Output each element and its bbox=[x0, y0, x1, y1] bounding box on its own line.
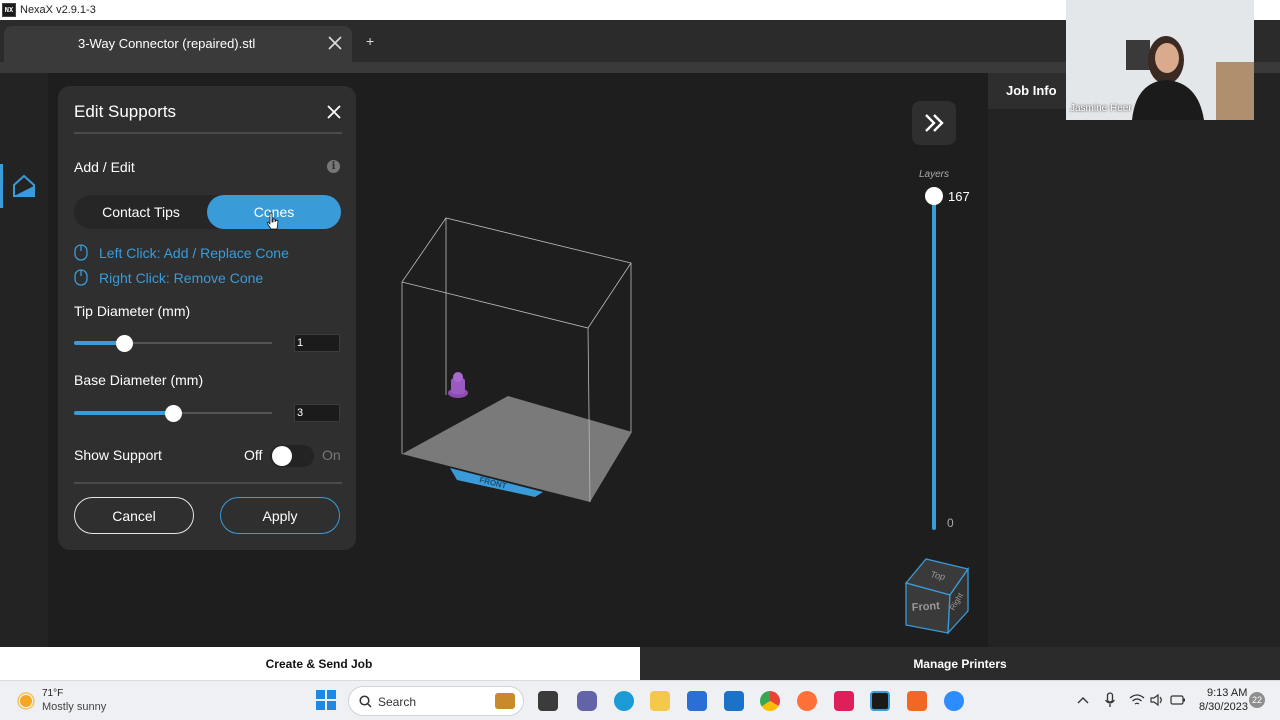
chevron-up-icon[interactable] bbox=[1077, 695, 1089, 705]
view-cube[interactable]: Top Front Right bbox=[900, 555, 974, 635]
mouse-right-icon bbox=[74, 269, 88, 286]
slider-fill bbox=[74, 411, 173, 415]
left-toolbar bbox=[0, 73, 48, 647]
notification-badge[interactable]: 22 bbox=[1249, 692, 1265, 708]
mouse-left-icon bbox=[74, 244, 88, 261]
build-volume[interactable]: FRONT bbox=[395, 210, 640, 510]
mail-icon[interactable] bbox=[724, 691, 744, 711]
model-part bbox=[448, 372, 468, 398]
webcam-person-image bbox=[1066, 0, 1254, 120]
left-click-hint: Left Click: Add / Replace Cone bbox=[74, 244, 289, 261]
double-chevron-right-icon bbox=[925, 114, 944, 132]
briefcase-icon bbox=[495, 693, 515, 709]
weather-condition: Mostly sunny bbox=[42, 701, 107, 713]
slider-thumb[interactable] bbox=[165, 405, 182, 422]
panel-title: Edit Supports bbox=[74, 102, 177, 121]
weather-temp: 71°F bbox=[42, 688, 64, 699]
show-support-toggle[interactable] bbox=[270, 445, 314, 467]
show-support-label: Show Support bbox=[74, 447, 162, 463]
search-icon bbox=[359, 695, 372, 708]
apply-button[interactable]: Apply bbox=[220, 497, 340, 534]
manage-printers-button[interactable]: Manage Printers bbox=[640, 647, 1280, 680]
app-logo-icon: NX bbox=[2, 3, 16, 17]
off-label: Off bbox=[244, 447, 263, 463]
right-click-hint: Right Click: Remove Cone bbox=[74, 269, 263, 286]
layer-max-value: 167 bbox=[948, 189, 970, 204]
layer-slider-track[interactable] bbox=[932, 196, 936, 530]
app-window: NX NexaX v2.9.1-3 3-Way Connector (repai… bbox=[0, 0, 1280, 720]
tip-diameter-label: Tip Diameter (mm) bbox=[74, 303, 191, 319]
weather-widget[interactable]: 71°F Mostly sunny bbox=[16, 687, 126, 715]
volume-icon[interactable] bbox=[1150, 693, 1164, 707]
microphone-icon[interactable] bbox=[1104, 692, 1116, 708]
taskbar: 71°F Mostly sunny Search bbox=[0, 680, 1280, 720]
edge-icon[interactable] bbox=[614, 691, 634, 711]
layer-slider-thumb[interactable] bbox=[925, 187, 943, 205]
job-info-panel: Job Info bbox=[988, 73, 1280, 647]
battery-icon[interactable] bbox=[1170, 694, 1186, 706]
support-type-toggle: Contact Tips Cones bbox=[74, 195, 341, 229]
layer-min-value: 0 bbox=[947, 516, 954, 530]
store-icon[interactable] bbox=[687, 691, 707, 711]
right-click-text: Right Click: Remove Cone bbox=[99, 269, 264, 286]
taskbar-search[interactable]: Search bbox=[348, 686, 524, 716]
create-send-job-label: Create & Send Job bbox=[265, 656, 373, 671]
zoom-icon[interactable] bbox=[944, 691, 964, 711]
contact-tips-button[interactable]: Contact Tips bbox=[74, 195, 208, 229]
create-send-job-button[interactable]: Create & Send Job bbox=[0, 647, 640, 680]
new-tab-button[interactable]: + bbox=[366, 33, 374, 49]
participant-name: Jasmine Heer bbox=[1070, 103, 1132, 114]
toggle-knob bbox=[272, 446, 292, 466]
info-icon[interactable]: i bbox=[327, 160, 340, 173]
on-label: On bbox=[322, 447, 341, 463]
fusion-icon[interactable] bbox=[907, 691, 927, 711]
tip-diameter-input[interactable]: 1 bbox=[294, 334, 340, 352]
divider bbox=[74, 482, 342, 484]
close-tab-icon[interactable] bbox=[326, 34, 344, 52]
manage-printers-label: Manage Printers bbox=[913, 656, 1007, 671]
divider bbox=[74, 132, 342, 134]
windows-start-icon[interactable] bbox=[316, 690, 336, 710]
supports-tool-button[interactable] bbox=[0, 164, 44, 208]
slack-icon[interactable] bbox=[834, 691, 854, 711]
left-click-text: Left Click: Add / Replace Cone bbox=[99, 244, 289, 261]
file-tab-label: 3-Way Connector (repaired).stl bbox=[78, 36, 256, 51]
add-edit-label: Add / Edit bbox=[74, 159, 135, 175]
base-diameter-slider[interactable] bbox=[74, 405, 272, 422]
nexax-icon[interactable] bbox=[870, 691, 890, 711]
cancel-button[interactable]: Cancel bbox=[74, 497, 194, 534]
base-diameter-input[interactable]: 3 bbox=[294, 404, 340, 422]
close-icon[interactable] bbox=[326, 104, 342, 120]
clock-time[interactable]: 9:13 AM bbox=[1207, 687, 1247, 699]
sun-icon bbox=[17, 692, 35, 710]
chrome-icon[interactable] bbox=[760, 691, 780, 711]
edit-supports-panel: Edit Supports Add / Edit i Contact Tips … bbox=[58, 86, 356, 550]
firefox-icon[interactable] bbox=[797, 691, 817, 711]
file-tab[interactable]: 3-Way Connector (repaired).stl bbox=[4, 26, 352, 62]
webcam-overlay: Jasmine Heer bbox=[1066, 0, 1254, 120]
clock-date[interactable]: 8/30/2023 bbox=[1199, 701, 1248, 713]
supports-tool-icon bbox=[12, 174, 35, 197]
job-info-tab[interactable]: Job Info bbox=[988, 73, 1078, 109]
teams-icon[interactable] bbox=[577, 691, 597, 711]
search-label: Search bbox=[378, 695, 417, 709]
window-title: NexaX v2.9.1-3 bbox=[20, 4, 96, 16]
mouse-cursor-icon bbox=[267, 212, 279, 230]
file-explorer-icon[interactable] bbox=[650, 691, 670, 711]
wifi-icon[interactable] bbox=[1129, 694, 1145, 706]
layers-label: Layers bbox=[919, 169, 950, 180]
task-view-icon[interactable] bbox=[538, 691, 558, 711]
tip-diameter-slider[interactable] bbox=[74, 335, 272, 352]
base-diameter-label: Base Diameter (mm) bbox=[74, 372, 204, 388]
slider-thumb[interactable] bbox=[116, 335, 133, 352]
job-info-label: Job Info bbox=[1006, 83, 1057, 98]
expand-panel-button[interactable] bbox=[912, 101, 956, 145]
show-support-row: Show Support Off On bbox=[74, 444, 342, 468]
view-cube-front-label: Front bbox=[911, 600, 940, 614]
